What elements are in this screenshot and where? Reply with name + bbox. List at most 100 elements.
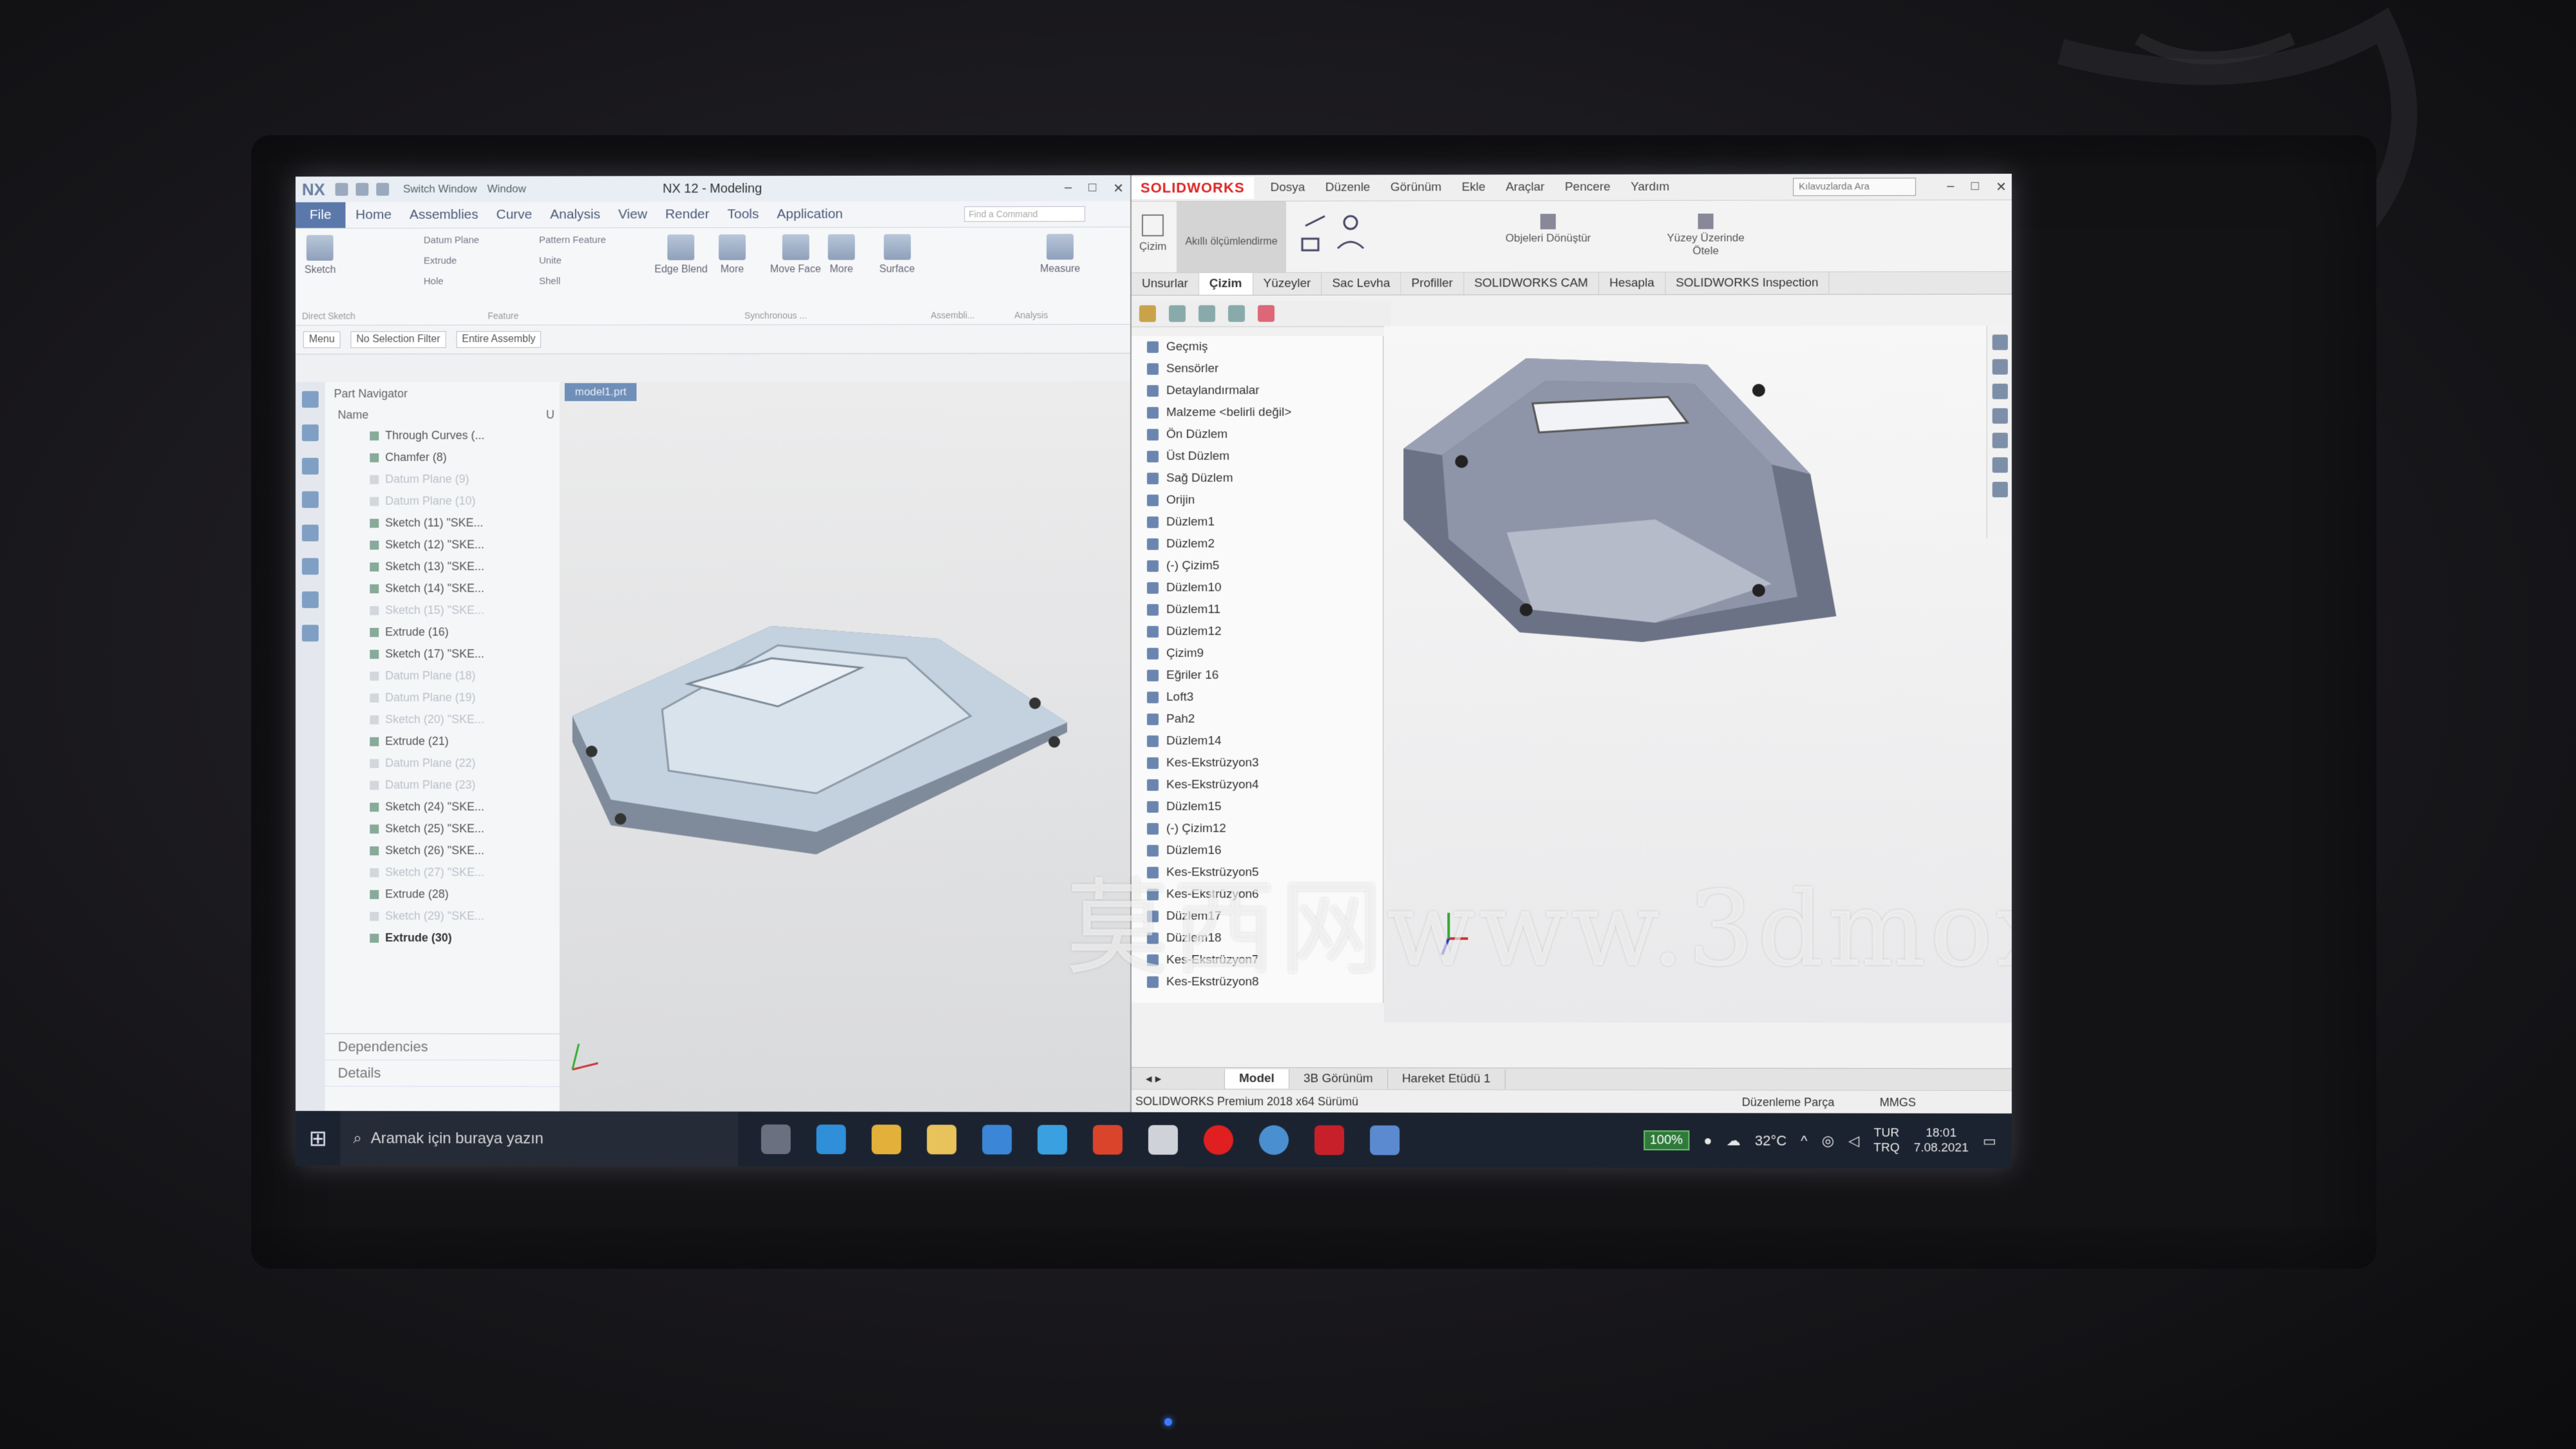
navigator-item[interactable]: Datum Plane (19) — [325, 687, 560, 708]
save-icon[interactable] — [335, 183, 348, 196]
tab-yuzeyler[interactable]: Yüzeyler — [1253, 272, 1322, 295]
dimxpert-icon[interactable] — [1228, 305, 1245, 322]
sw-minimize-icon[interactable]: – — [1947, 179, 1954, 195]
navigator-item[interactable]: Chamfer (8) — [325, 446, 560, 468]
task-view-icon[interactable] — [761, 1124, 791, 1154]
navigator-item[interactable]: Extrude (16) — [325, 621, 560, 643]
tab-motion-study[interactable]: Hareket Etüdü 1 — [1387, 1069, 1506, 1089]
navigator-item[interactable]: Sketch (25) "SKE... — [325, 817, 560, 839]
feature-tree-item[interactable]: Kes-Ekstrüzyon3 — [1147, 752, 1383, 774]
tab-model[interactable]: Model — [1225, 1069, 1289, 1089]
tab-cizim[interactable]: Çizim — [1198, 272, 1253, 295]
menu-ekle[interactable]: Ekle — [1462, 180, 1486, 194]
tab-view[interactable]: View — [618, 207, 647, 222]
minimize-icon[interactable]: – — [1065, 180, 1072, 196]
feature-tree-item[interactable]: Orijin — [1147, 489, 1383, 511]
menu-araclar[interactable]: Araçlar — [1506, 180, 1544, 194]
menu-dropdown[interactable]: Menu — [303, 331, 341, 348]
design-library-icon[interactable] — [1992, 359, 2008, 375]
custom-properties-icon[interactable] — [1992, 457, 2008, 473]
display-manager-icon[interactable] — [1258, 305, 1275, 322]
menu-duzenle[interactable]: Düzenle — [1325, 180, 1370, 194]
feature-tree-item[interactable]: Eğriler 16 — [1147, 665, 1383, 687]
file-menu[interactable]: File — [295, 202, 346, 229]
sw-close-icon[interactable]: ✕ — [1996, 179, 2007, 195]
tab-3d-view[interactable]: 3B Görünüm — [1289, 1069, 1388, 1089]
navigator-item[interactable]: Extrude (28) — [325, 883, 560, 905]
tab-home[interactable]: Home — [355, 207, 392, 223]
roles-icon[interactable] — [301, 625, 319, 642]
feature-tree-item[interactable]: (-) Çizim12 — [1147, 818, 1383, 840]
dependencies-panel[interactable]: Dependencies — [325, 1034, 560, 1061]
navigator-item[interactable]: Datum Plane (9) — [325, 468, 560, 490]
menu-pencere[interactable]: Pencere — [1565, 180, 1611, 194]
selection-filter-dropdown[interactable]: No Selection Filter — [350, 331, 446, 348]
surface-button[interactable]: Surface — [879, 234, 914, 276]
pattern-feature-button[interactable]: Pattern Feature — [539, 234, 606, 245]
tab-profiller[interactable]: Profiller — [1401, 272, 1464, 295]
language-indicator[interactable]: TUR TRQ — [1873, 1126, 1899, 1155]
clock[interactable]: 18:01 7.08.2021 — [1914, 1126, 1969, 1156]
assembly-navigator-icon[interactable] — [301, 424, 319, 442]
process-studio-icon[interactable] — [301, 591, 319, 609]
feature-tree-item[interactable]: Düzlem2 — [1147, 533, 1383, 555]
navigator-item[interactable]: Datum Plane (23) — [325, 774, 560, 796]
feature-tree-item[interactable]: Geçmiş — [1147, 336, 1383, 358]
unite-button[interactable]: Unite — [539, 255, 562, 266]
switch-window-button[interactable]: Switch Window — [403, 183, 477, 196]
tab-sac-levha[interactable]: Sac Levha — [1321, 272, 1401, 295]
feature-tree-item[interactable]: Düzlem15 — [1147, 796, 1383, 818]
feature-tree-item[interactable]: Kes-Ekstrüzyon4 — [1147, 774, 1383, 796]
navigator-item[interactable]: Datum Plane (18) — [325, 665, 560, 687]
tab-unsurlar[interactable]: Unsurlar — [1132, 272, 1199, 296]
feature-tree-item[interactable]: Loft3 — [1147, 687, 1383, 708]
solidworks-resources-icon[interactable] — [1992, 334, 2008, 350]
navigator-item[interactable]: Sketch (17) "SKE... — [325, 643, 560, 665]
feature-tree-item[interactable]: Çizim9 — [1147, 643, 1383, 665]
move-face-button[interactable]: Move Face — [770, 234, 821, 276]
part-navigator-icon[interactable] — [301, 391, 319, 408]
navigator-item[interactable]: Sketch (11) "SKE... — [325, 511, 560, 533]
navigator-item[interactable]: Sketch (12) "SKE... — [325, 533, 560, 555]
edge-blend-button[interactable]: Edge Blend — [654, 234, 708, 276]
network-icon[interactable]: ◎ — [1822, 1132, 1834, 1149]
tab-solidworks-cam[interactable]: SOLIDWORKS CAM — [1464, 272, 1599, 295]
units-selector[interactable]: MMGS — [1880, 1095, 1916, 1109]
notification-icon[interactable]: ▭ — [1983, 1133, 1996, 1150]
forum-icon[interactable] — [1992, 482, 2008, 498]
history-icon[interactable] — [301, 558, 319, 575]
more-button[interactable]: More — [719, 234, 746, 276]
undo-icon[interactable] — [355, 183, 369, 196]
tab-application[interactable]: Application — [777, 207, 842, 222]
show-hidden-icons[interactable]: ^ — [1801, 1132, 1807, 1149]
menu-gorunum[interactable]: Görünüm — [1390, 180, 1441, 194]
menu-dosya[interactable]: Dosya — [1271, 181, 1305, 194]
web-browser-icon[interactable] — [301, 524, 319, 542]
details-panel[interactable]: Details — [325, 1060, 560, 1087]
featuremanager-icon[interactable] — [1139, 305, 1156, 323]
navigator-item[interactable]: Sketch (15) "SKE... — [325, 599, 560, 621]
mic-icon[interactable]: ● — [1703, 1132, 1712, 1149]
opera-icon[interactable] — [1204, 1124, 1234, 1155]
feature-tree-item[interactable]: Düzlem10 — [1147, 577, 1383, 599]
measure-button[interactable]: Measure — [1040, 234, 1080, 275]
tab-analysis[interactable]: Analysis — [550, 207, 600, 222]
solidworks-logo[interactable]: SOLIDWORKS — [1132, 176, 1254, 200]
feature-tree-item[interactable]: Sağ Düzlem — [1147, 468, 1383, 489]
tab-tools[interactable]: Tools — [727, 207, 759, 222]
feature-tree-item[interactable]: Düzlem11 — [1147, 599, 1383, 621]
file-explorer-icon[interactable] — [927, 1124, 957, 1155]
appearances-icon[interactable] — [1992, 432, 2008, 449]
navigator-item[interactable]: Sketch (27) "SKE... — [325, 861, 560, 883]
feature-tree-item[interactable]: (-) Çizim5 — [1147, 555, 1383, 577]
feature-tree-item[interactable]: Malzeme <belirli değil> — [1147, 402, 1383, 424]
smart-dimension-button[interactable]: Akıllı ölçümlendirme — [1177, 201, 1287, 272]
navigator-item[interactable]: Sketch (20) "SKE... — [325, 708, 560, 730]
start-button[interactable]: ⊞ — [296, 1125, 341, 1151]
navigator-item[interactable]: Through Curves (... — [325, 424, 560, 446]
weather-icon[interactable]: ☁ — [1727, 1132, 1741, 1149]
feature-tree-item[interactable]: Pah2 — [1147, 708, 1383, 730]
taskbar-search[interactable]: ⌕ Aramak için buraya yazın — [340, 1111, 738, 1166]
navigator-item[interactable]: Sketch (26) "SKE... — [325, 839, 560, 861]
nx-taskbar-icon[interactable] — [1370, 1125, 1400, 1155]
